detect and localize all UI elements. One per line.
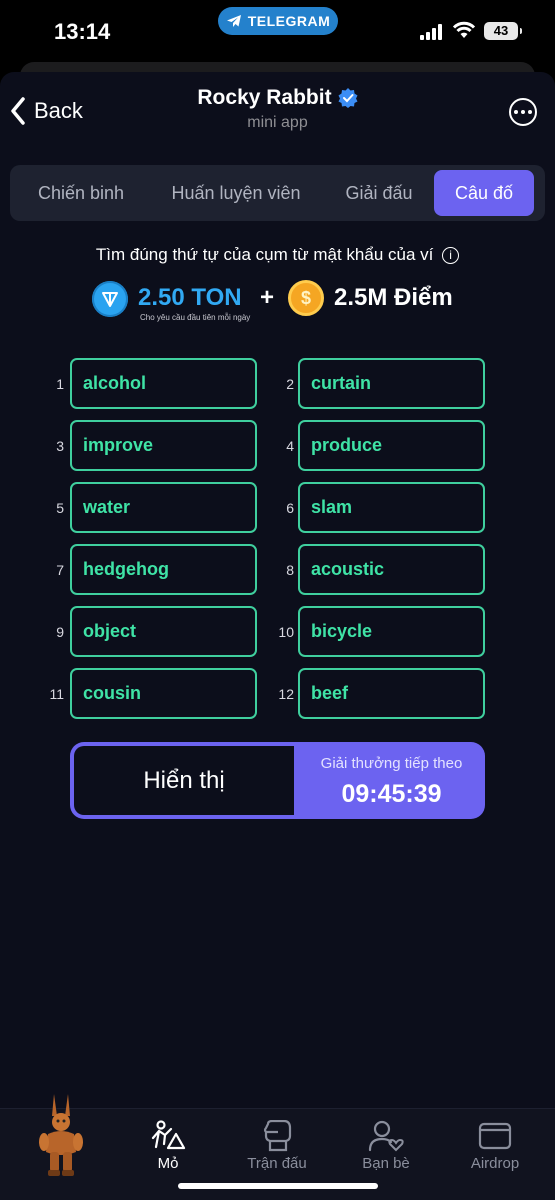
reward-row: 2.50 TON Cho yêu cầu đầu tiên mỗi ngày +… — [92, 280, 472, 324]
ton-reward-amount: 2.50 TON — [138, 284, 242, 311]
countdown-timer: 09:45:39 — [341, 780, 442, 808]
tab-cau-do[interactable]: Câu đố — [434, 170, 534, 216]
status-bar: 13:14 TELEGRAM 43 — [0, 0, 555, 62]
word-number: 3 — [56, 438, 64, 454]
seed-word-slot[interactable]: acoustic — [298, 544, 485, 595]
word-number: 1 — [56, 376, 64, 392]
seed-word-slot[interactable]: bicycle — [298, 606, 485, 657]
home-indicator — [178, 1183, 378, 1189]
seed-word-slot[interactable]: hedgehog — [70, 544, 257, 595]
friends-icon — [368, 1120, 404, 1152]
word-number: 4 — [286, 438, 294, 454]
app-title: Rocky Rabbit — [197, 86, 358, 110]
word-number: 7 — [56, 562, 64, 578]
nav-mining[interactable]: Mỏ — [113, 1120, 223, 1172]
signal-icon — [420, 24, 442, 40]
seed-word-slot[interactable]: water — [70, 482, 257, 533]
ton-reward-note: Cho yêu cầu đầu tiên mỗi ngày — [140, 313, 251, 322]
tab-huan-luyen-vien[interactable]: Huấn luyện viên — [160, 165, 312, 221]
word-number: 11 — [49, 686, 64, 702]
nav-battle[interactable]: Trận đấu — [222, 1120, 332, 1172]
seed-word-slot[interactable]: cousin — [70, 668, 257, 719]
dollar-coin-icon: $ — [288, 280, 324, 316]
reveal-panel: Hiển thị Giải thưởng tiếp theo 09:45:39 — [70, 742, 485, 819]
mining-icon — [151, 1120, 186, 1150]
boxing-glove-icon — [263, 1120, 292, 1152]
nav-airdrop[interactable]: Airdrop — [440, 1120, 550, 1172]
instruction-text: Tìm đúng thứ tự của cụm từ mật khẩu của … — [95, 245, 434, 264]
seed-word-slot[interactable]: slam — [298, 482, 485, 533]
nav-label: Airdrop — [470, 1155, 520, 1172]
app-title-text: Rocky Rabbit — [197, 86, 332, 109]
word-number: 8 — [286, 562, 294, 578]
status-time: 13:14 — [54, 19, 111, 44]
word-number: 9 — [56, 624, 64, 640]
seed-word-slot[interactable]: improve — [70, 420, 257, 471]
info-icon[interactable]: i — [442, 247, 460, 264]
battery-icon: 43 — [484, 22, 522, 40]
word-number: 10 — [278, 624, 294, 640]
telegram-icon — [226, 15, 241, 27]
seed-word-slot[interactable]: alcohol — [70, 358, 257, 409]
telegram-label: TELEGRAM — [247, 13, 331, 29]
word-number: 6 — [286, 500, 294, 516]
nav-label: Bạn bè — [362, 1155, 410, 1172]
tab-bar: Chiến binh Huấn luyện viên Giải đấu Câu … — [10, 165, 545, 221]
seed-word-slot[interactable]: curtain — [298, 358, 485, 409]
plus-sign: + — [260, 284, 275, 311]
seed-word-slot[interactable]: object — [70, 606, 257, 657]
rabbit-mascot-icon[interactable] — [36, 1090, 86, 1180]
points-reward: 2.5M Điểm — [334, 284, 453, 311]
wallet-icon — [478, 1122, 512, 1150]
seed-word-slot[interactable]: produce — [298, 420, 485, 471]
nav-label: Mỏ — [157, 1155, 179, 1172]
puzzle-instruction: Tìm đúng thứ tự của cụm từ mật khẩu của … — [0, 245, 555, 265]
tab-chien-binh[interactable]: Chiến binh — [22, 165, 140, 221]
app-subtitle: mini app — [247, 114, 308, 131]
word-number: 12 — [278, 686, 294, 702]
seed-word-slot[interactable]: beef — [298, 668, 485, 719]
ton-icon — [92, 281, 128, 317]
more-options-icon[interactable] — [509, 98, 537, 126]
nav-label: Trận đấu — [247, 1155, 307, 1172]
header-title-block: Rocky Rabbit mini app — [0, 86, 555, 132]
word-number: 5 — [56, 500, 64, 516]
tab-giai-dau[interactable]: Giải đấu — [335, 165, 423, 221]
word-number: 2 — [286, 376, 294, 392]
wifi-icon — [452, 21, 476, 38]
verified-badge-icon — [338, 88, 358, 108]
telegram-pill[interactable]: TELEGRAM — [218, 7, 338, 35]
reveal-button[interactable]: Hiển thị — [74, 746, 294, 815]
nav-friends[interactable]: Bạn bè — [331, 1120, 441, 1172]
next-reward-label: Giải thưởng tiếp theo — [320, 755, 463, 772]
